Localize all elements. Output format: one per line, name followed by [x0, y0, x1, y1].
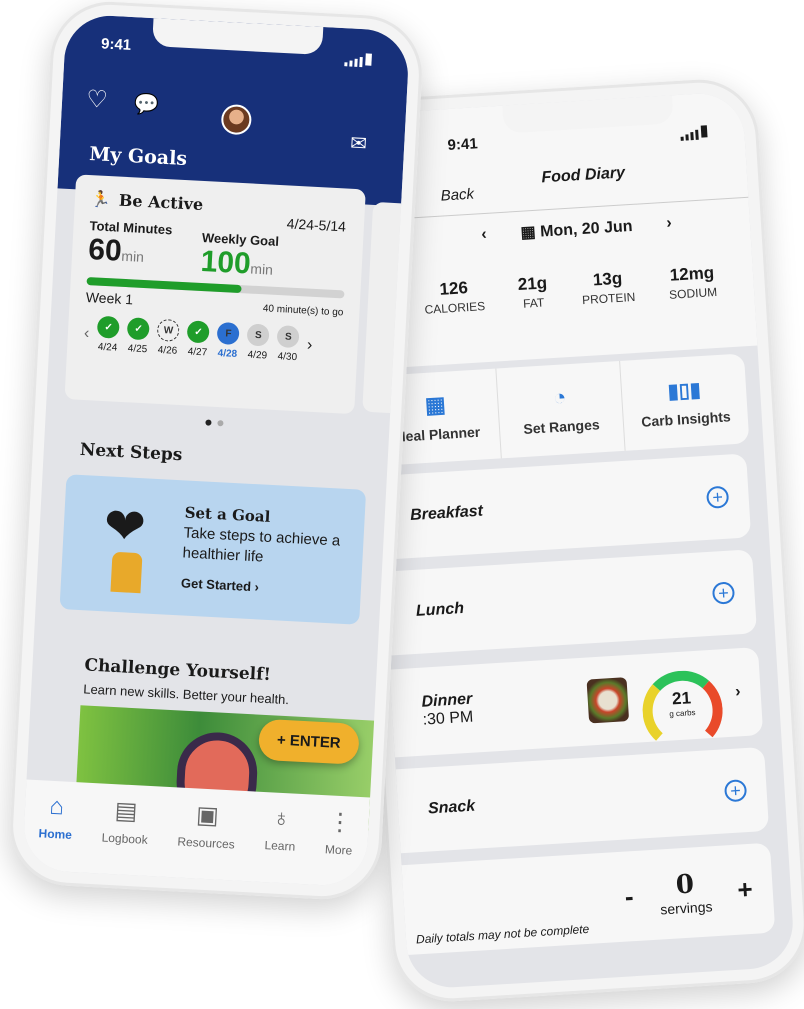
nav-home[interactable]: ⌂ Home: [37, 792, 74, 872]
challenge-subtitle: Learn new skills. Better your health.: [82, 681, 290, 708]
day-4-29[interactable]: S 4/29: [246, 323, 270, 362]
day-status-icon: F: [216, 321, 241, 346]
add-lunch-icon[interactable]: +: [711, 581, 736, 605]
heart-icon[interactable]: ♡: [85, 85, 108, 115]
book-icon: ▤: [114, 797, 139, 826]
meal-snack[interactable]: Snack +: [395, 746, 770, 854]
macro-fat: 21g FAT: [517, 273, 548, 311]
set-goal-promo[interactable]: ❤ Set a Goal Take steps to achieve a heal…: [59, 474, 367, 625]
add-snack-icon[interactable]: +: [723, 779, 748, 803]
challenge-heading: Challenge Yourself!: [84, 655, 272, 686]
gauge-icon: ◔: [552, 384, 568, 411]
set-ranges-button[interactable]: ◔ Set Ranges: [496, 360, 626, 459]
day-4-25[interactable]: ✓ 4/25: [126, 317, 151, 356]
macro-sodium: 12mg SODIUM: [668, 263, 718, 302]
goal-card[interactable]: 🏃 Be Active 4/24-5/14 Total Minutes 60min …: [64, 174, 366, 415]
day-date: 4/26: [157, 344, 178, 357]
status-time: 9:41: [100, 35, 132, 54]
weekly-goal: 100: [199, 244, 252, 281]
ladder-illustration: ❤: [102, 497, 148, 556]
day-status-icon: S: [276, 325, 300, 349]
day-4-30[interactable]: S 4/30: [276, 325, 300, 363]
total-minutes: 60: [87, 233, 123, 268]
decrement-button[interactable]: -: [624, 881, 635, 912]
macro-protein: 13g PROTEIN: [581, 268, 636, 308]
get-started-link[interactable]: Get Started ›: [180, 573, 361, 602]
next-week-icon[interactable]: ›: [306, 336, 313, 354]
avatar[interactable]: [220, 103, 253, 136]
day-status-icon: ✓: [186, 320, 211, 344]
meal-breakfast[interactable]: Breakfast +: [377, 453, 752, 560]
meal-lunch[interactable]: Lunch +: [383, 549, 757, 656]
next-day-button[interactable]: ›: [666, 215, 672, 233]
day-status-icon: ✓: [97, 315, 121, 339]
signal-icon: ▮: [679, 121, 709, 141]
my-goals-screen: 9:41 ▮ ♡ 💬 ✉ My Goals 🏃 Be Active 4/24-5/…: [21, 13, 411, 888]
more-icon: ⋮: [327, 808, 353, 837]
next-goal-card-peek[interactable]: [362, 201, 411, 416]
calendar-icon: ▦: [520, 223, 537, 242]
macro-calories: 126 CALORIES: [424, 278, 486, 317]
day-date: 4/29: [247, 349, 268, 362]
meal-photo: [586, 677, 629, 724]
increment-button[interactable]: +: [736, 873, 753, 905]
box-icon: ▣: [195, 801, 220, 830]
day-status-icon: S: [246, 323, 270, 347]
day-4-24[interactable]: ✓ 4/24: [96, 315, 121, 354]
day-date: 4/24: [97, 341, 118, 354]
enter-button[interactable]: + ENTER: [257, 718, 360, 765]
calendar-grid-icon: ▦: [424, 391, 447, 418]
person-illustration: [110, 551, 143, 594]
day-4-28[interactable]: F 4/28: [216, 321, 241, 360]
day-status-icon: W: [156, 318, 181, 342]
day-status-icon: ✓: [127, 317, 151, 341]
day-date: 4/28: [217, 347, 238, 360]
next-steps-heading: Next Steps: [79, 439, 183, 466]
tool-shortcuts: ▦ Meal Planner ◔ Set Ranges ▮▯▮ Carb Insigh…: [371, 353, 750, 466]
day-date: 4/30: [277, 351, 298, 364]
my-goals-phone: 9:41 ▮ ♡ 💬 ✉ My Goals 🏃 Be Active 4/24-5/…: [7, 0, 425, 903]
signal-icon: ▮: [344, 48, 373, 68]
page-title: My Goals: [88, 142, 188, 171]
day-date: 4/25: [127, 343, 148, 356]
food-diary-screen: 9:41 ▮ Back Food Diary ‹ ▦ Mon, 20 Jun ›…: [355, 91, 796, 990]
nav-learn[interactable]: ♁ Learn: [263, 804, 298, 884]
home-icon: ⌂: [48, 792, 65, 821]
servings-value: 0: [675, 869, 695, 901]
add-breakfast-icon[interactable]: +: [705, 485, 730, 509]
nav-logbook[interactable]: ▤ Logbook: [100, 796, 150, 876]
nav-more[interactable]: ⋮ More: [323, 807, 354, 886]
status-time: 9:41: [447, 135, 479, 155]
goal-date-range: 4/24-5/14: [286, 215, 347, 235]
carb-insights-button[interactable]: ▮▯▮ Carb Insights: [620, 353, 749, 450]
day-date: 4/27: [187, 346, 208, 359]
meal-dinner[interactable]: Dinner:30 PM 21 g carbs ›: [389, 647, 764, 758]
chevron-right-icon[interactable]: ›: [735, 683, 741, 701]
prev-day-button[interactable]: ‹: [481, 226, 487, 244]
lightbulb-icon: ♁: [271, 804, 292, 833]
bar-chart-icon: ▮▯▮: [667, 378, 702, 403]
nav-resources[interactable]: ▣ Resources: [176, 800, 237, 881]
week-days: ‹ ✓ 4/24 ✓ 4/25 W 4/26 ✓ 4/27 F 4/28 S 4/29 S 4/30 ›: [83, 315, 343, 365]
running-icon: 🏃: [90, 189, 112, 210]
bottom-nav: ⌂ Home ▤ Logbook ▣ Resources ♁ Learn ⋮ More: [21, 779, 371, 888]
chat-icon[interactable]: 💬: [133, 91, 159, 117]
prev-week-icon[interactable]: ‹: [83, 324, 90, 342]
day-4-27[interactable]: ✓ 4/27: [186, 320, 211, 359]
carb-gauge: 21 g carbs: [639, 668, 725, 754]
mail-icon[interactable]: ✉: [350, 131, 368, 157]
day-4-26[interactable]: W 4/26: [156, 318, 181, 357]
carousel-pager[interactable]: [205, 419, 224, 427]
